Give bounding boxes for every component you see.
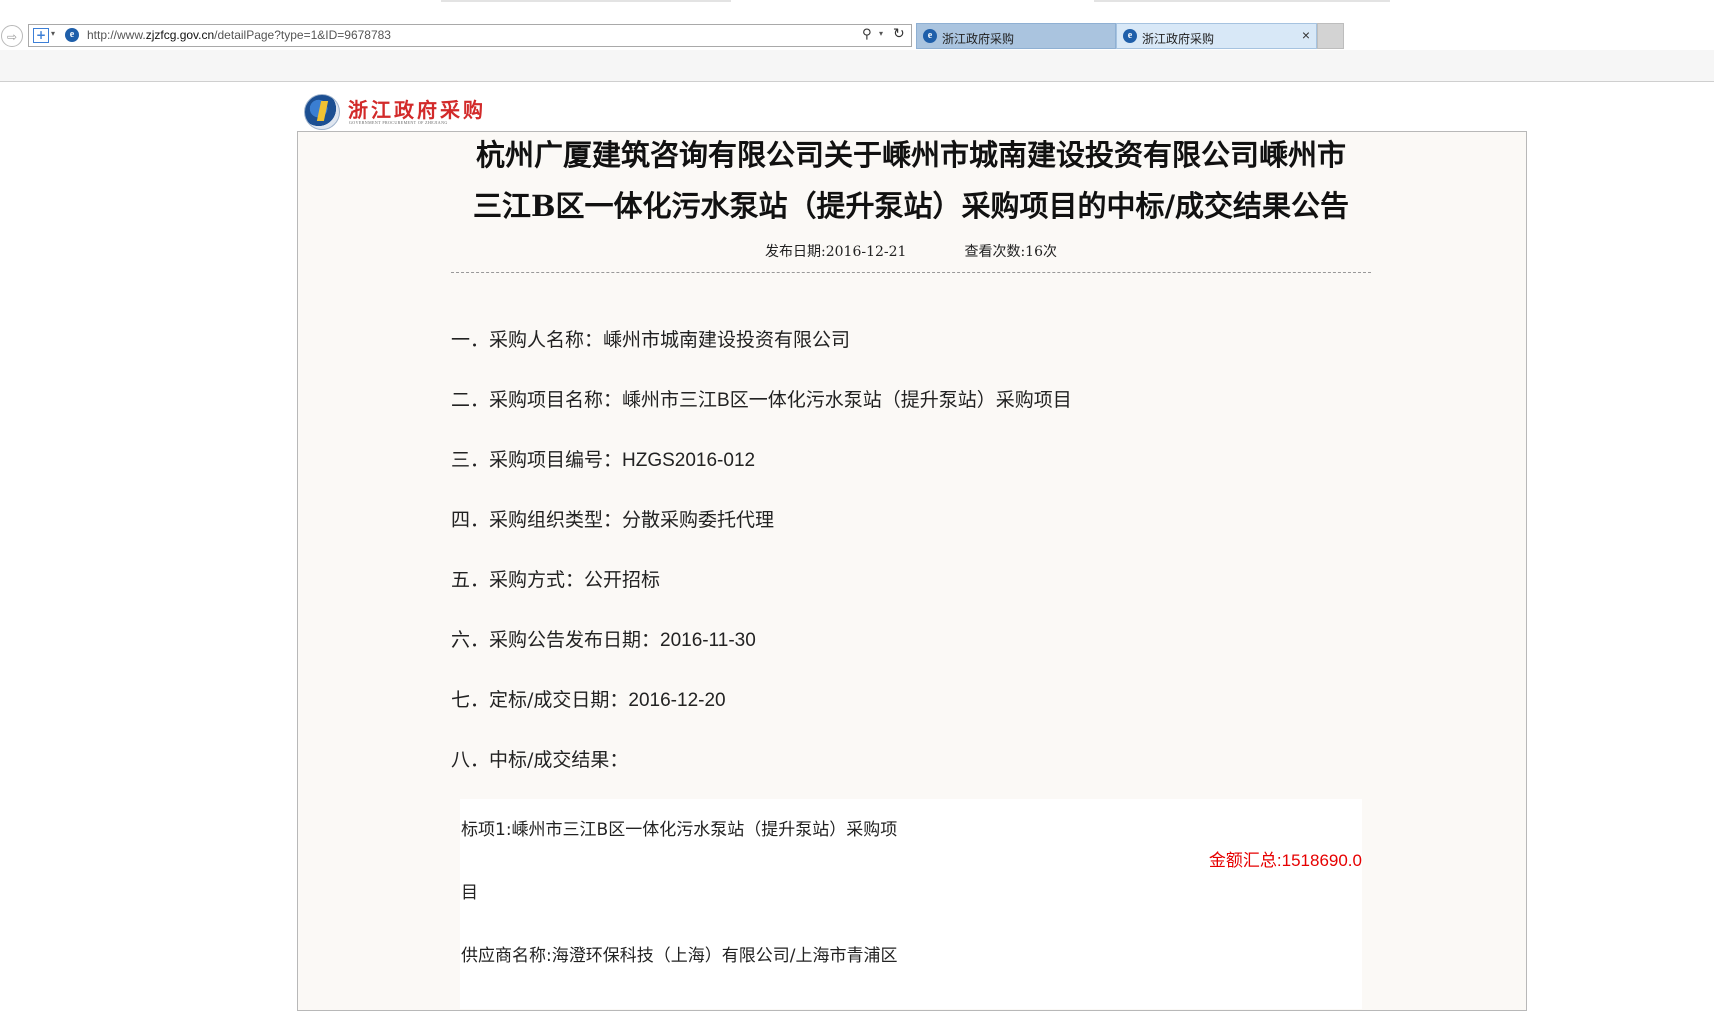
top-strip-shade bbox=[441, 0, 731, 2]
tab-favicon-icon: e bbox=[923, 29, 937, 43]
field-value: 2016-11-30 bbox=[660, 630, 756, 651]
tab-label: 浙江政府采购 bbox=[942, 32, 1015, 46]
chevron-down-icon[interactable]: ▾ bbox=[51, 29, 55, 38]
field-label: 五．采购方式： bbox=[451, 569, 585, 591]
field-label: 二．采购项目名称： bbox=[451, 389, 623, 411]
field-purchaser: 一．采购人名称：嵊州市城南建设投资有限公司 bbox=[451, 326, 850, 354]
field-award-date: 七．定标/成交日期：2016-12-20 bbox=[451, 686, 726, 714]
field-project-number: 三．采购项目编号：HZGS2016-012 bbox=[451, 446, 755, 474]
field-project-name: 二．采购项目名称：嵊州市三江B区一体化污水泵站（提升泵站）采购项目 bbox=[451, 386, 1072, 414]
logo-emblem-icon bbox=[304, 94, 340, 130]
result-box: 标项1:嵊州市三江B区一体化污水泵站（提升泵站）采购项 目 金额汇总:15186… bbox=[460, 799, 1362, 1009]
title-line: 三江B区一体化污水泵站（提升泵站）采购项目的中标/成交结果公告 bbox=[472, 189, 1350, 223]
compatibility-view-icon[interactable]: + bbox=[33, 28, 49, 43]
field-value: 嵊州市三江B区一体化污水泵站（提升泵站）采购项目 bbox=[622, 390, 1072, 411]
field-announcement-date: 六．采购公告发布日期：2016-11-30 bbox=[451, 626, 756, 654]
publish-date: 发布日期:2016-12-21 bbox=[765, 244, 907, 260]
field-award-result: 八．中标/成交结果： bbox=[451, 746, 628, 774]
field-value: 2016-12-20 bbox=[628, 690, 726, 711]
notice-meta: 发布日期:2016-12-21 查看次数:16次 bbox=[451, 241, 1371, 261]
search-dropdown-icon[interactable]: ▾ bbox=[879, 29, 883, 38]
refresh-icon[interactable]: ↻ bbox=[893, 26, 905, 42]
field-label: 一．采购人名称： bbox=[451, 329, 604, 351]
logo-subtitle: GOVERNMENT PROCUREMENT OF ZHEJIANG bbox=[349, 120, 448, 125]
address-bar[interactable]: + ▾ e http://www.zjzfcg.gov.cn/detailPag… bbox=[28, 24, 912, 47]
logo-title: 浙江政府采购 bbox=[348, 98, 486, 122]
view-count: 查看次数:16次 bbox=[964, 244, 1057, 260]
top-strip-shade bbox=[1094, 0, 1390, 2]
field-label: 四．采购组织类型： bbox=[451, 509, 623, 531]
field-label: 八．中标/成交结果： bbox=[451, 749, 629, 771]
divider bbox=[451, 272, 1371, 273]
site-favicon-icon: e bbox=[65, 28, 79, 42]
close-icon[interactable]: × bbox=[1302, 27, 1310, 43]
command-bar bbox=[0, 50, 1714, 82]
tab-favicon-icon: e bbox=[1123, 29, 1137, 43]
field-label: 六．采购公告发布日期： bbox=[451, 629, 661, 651]
browser-chrome: ⇨ + ▾ e http://www.zjzfcg.gov.cn/detailP… bbox=[0, 0, 1714, 82]
field-value: 分散采购委托代理 bbox=[622, 510, 775, 531]
url-prefix: http://www. bbox=[87, 28, 146, 42]
top-strip bbox=[0, 0, 1714, 3]
field-label: 三．采购项目编号： bbox=[451, 449, 623, 471]
page-title: 杭州广厦建筑咨询有限公司关于嵊州市城南建设投资有限公司嵊州市 三江B区一体化污水… bbox=[451, 130, 1371, 232]
field-value: HZGS2016-012 bbox=[622, 450, 756, 471]
tab-label: 浙江政府采购 bbox=[1142, 32, 1215, 46]
field-procurement-method: 五．采购方式：公开招标 bbox=[451, 566, 660, 594]
search-icon[interactable]: ⚲ bbox=[862, 27, 872, 42]
field-value: 嵊州市城南建设投资有限公司 bbox=[603, 330, 851, 351]
field-value: 公开招标 bbox=[584, 570, 661, 591]
url-domain: zjzfcg.gov.cn bbox=[145, 28, 215, 42]
site-logo[interactable]: 浙江政府采购 GOVERNMENT PROCUREMENT OF ZHEJIAN… bbox=[304, 92, 524, 132]
browser-tab[interactable]: e 浙江政府采购 bbox=[916, 23, 1116, 49]
field-label: 七．定标/成交日期： bbox=[451, 689, 629, 711]
browser-tab-active[interactable]: e 浙江政府采购 × bbox=[1116, 23, 1317, 49]
url-text[interactable]: http://www.zjzfcg.gov.cn/detailPage?type… bbox=[87, 28, 391, 42]
field-organization-type: 四．采购组织类型：分散采购委托代理 bbox=[451, 506, 774, 534]
title-line: 杭州广厦建筑咨询有限公司关于嵊州市城南建设投资有限公司嵊州市 bbox=[475, 138, 1346, 172]
back-arrow-icon: ⇨ bbox=[6, 30, 18, 44]
supplier-name: 供应商名称:海澄环保科技（上海）有限公司/上海市青浦区 bbox=[461, 946, 898, 966]
lot-name: 标项1:嵊州市三江B区一体化污水泵站（提升泵站）采购项 bbox=[461, 820, 898, 840]
back-button[interactable]: ⇨ bbox=[1, 25, 23, 47]
url-path: /detailPage?type=1&ID=9678783 bbox=[214, 28, 391, 42]
lot-name-continued: 目 bbox=[461, 883, 478, 903]
amount-total: 金额汇总:1518690.0 bbox=[1208, 851, 1362, 870]
new-tab-button[interactable] bbox=[1317, 23, 1344, 49]
